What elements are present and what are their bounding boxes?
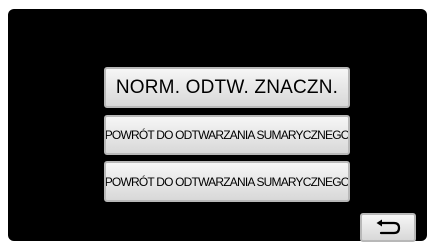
camera-menu-screen: NORM. ODTW. ZNACZN. POWRÓT DO ODTWARZANI… — [8, 9, 427, 242]
return-to-digest-playback-button[interactable]: POWRÓT DO ODTWARZANIA SUMARYCZNEGO — [104, 115, 350, 155]
return-arrow-icon — [376, 219, 401, 234]
normal-playback-marked-button[interactable]: NORM. ODTW. ZNACZN. — [104, 67, 350, 108]
back-button[interactable] — [360, 213, 416, 242]
return-to-digest-playback-button-2[interactable]: POWRÓT DO ODTWARZANIA SUMARYCZNEGO — [104, 161, 350, 202]
